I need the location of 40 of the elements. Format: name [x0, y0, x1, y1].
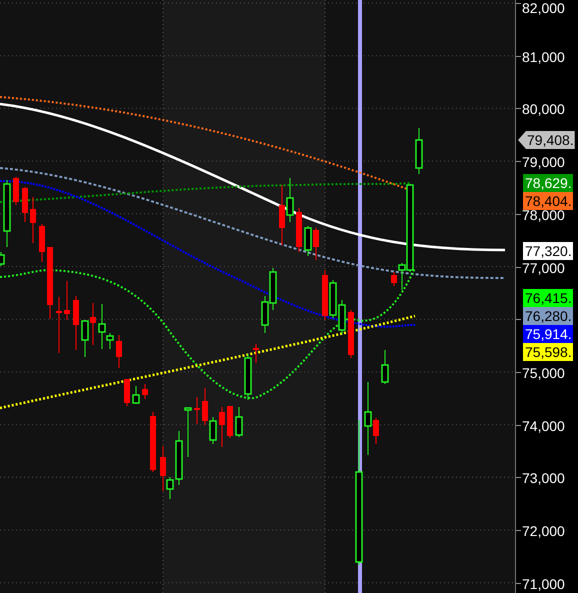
- price-axis-label: 75,000: [522, 364, 565, 381]
- candlestick: [56, 296, 62, 354]
- indicator-price-tag: 78,629.: [523, 174, 573, 192]
- last-price-tag: 79,408.: [518, 131, 575, 149]
- price-axis-label: 82,000: [522, 0, 565, 16]
- candlestick: [150, 412, 156, 472]
- price-axis-label: 77,000: [522, 260, 565, 276]
- candlestick: [22, 186, 28, 222]
- indicator-price-tag: 76,280.: [523, 307, 573, 325]
- candlestick: [116, 334, 122, 368]
- indicator-price-tag: 76,415.: [523, 289, 573, 307]
- indicator-price-tag: 75,914.: [523, 325, 573, 343]
- price-axis-label: 74,000: [522, 418, 565, 434]
- price-axis-label: 79,000: [522, 154, 565, 170]
- candlestick: [64, 280, 70, 320]
- price-axis-label: 81,000: [522, 48, 565, 65]
- candlestick: [73, 296, 79, 350]
- indicator-price-tag: 78,404.: [523, 192, 573, 210]
- price-axis-label: 72,000: [522, 523, 565, 539]
- candlestick: [296, 208, 302, 252]
- price-axis-label: 71,000: [522, 576, 565, 592]
- candlestick: [30, 196, 36, 244]
- candlestick: [3, 180, 11, 248]
- price-axis-label: 73,000: [522, 470, 565, 486]
- candlestick: [142, 384, 148, 400]
- indicator-price-tag: 77,320.: [523, 242, 573, 260]
- candlestick: [194, 396, 200, 424]
- candlestick: [39, 224, 45, 262]
- candlestick: [415, 128, 423, 174]
- indicator-price-tag: 75,598.: [523, 343, 573, 361]
- candlestick: [381, 350, 389, 384]
- price-axis-label: 80,000: [522, 101, 565, 118]
- candlestick: [219, 406, 225, 448]
- candlestick: [124, 378, 130, 406]
- candlestick: [227, 406, 233, 438]
- candlestick: [235, 406, 243, 438]
- candlestick: [13, 176, 19, 206]
- candlestick: [0, 252, 5, 266]
- candlestick: [132, 386, 140, 404]
- candlestick: [348, 310, 354, 358]
